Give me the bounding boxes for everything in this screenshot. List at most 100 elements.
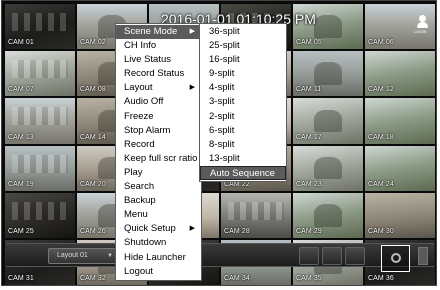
submenu-item-4-split[interactable]: 4-split: [200, 81, 286, 95]
camera-label: CAM 29: [296, 227, 322, 235]
menu-item-scene-mode[interactable]: Scene Mode ▶: [116, 25, 201, 40]
submenu-item-25-split[interactable]: 25-split: [200, 39, 286, 53]
camera-label: CAM 28: [224, 227, 250, 235]
camera-tile[interactable]: CAM 18: [365, 98, 435, 144]
submenu-item-13-split[interactable]: 13-split: [200, 152, 286, 166]
camera-label: CAM 08: [80, 86, 106, 94]
menu-item-label: Keep full scr ratio: [124, 152, 198, 164]
menu-item-stop-alarm[interactable]: Stop Alarm: [116, 124, 201, 138]
camera-label: CAM 07: [8, 86, 34, 94]
menu-item-record[interactable]: Record: [116, 138, 201, 152]
camera-tile[interactable]: CAM 13: [5, 98, 75, 144]
camera-label: CAM 31: [8, 275, 34, 282]
chevron-right-icon: ▶: [189, 84, 195, 92]
menu-item-label: Freeze: [124, 110, 154, 122]
menu-item-label: Play: [124, 166, 143, 178]
submenu-item-6-split[interactable]: 6-split: [200, 124, 286, 138]
camera-label: CAM 30: [368, 227, 394, 235]
camera-label: CAM 17: [296, 133, 322, 141]
camera-label: CAM 32: [80, 275, 106, 282]
menu-item-play[interactable]: Play: [116, 166, 201, 180]
camera-label: CAM 14: [80, 133, 106, 141]
menu-item-label: Layout: [124, 82, 153, 94]
submenu-item-9-split[interactable]: 9-split: [200, 67, 286, 81]
context-menu: Scene Mode ▶ CH Info Live Status Record Stat…: [115, 23, 202, 281]
menu-item-ch-info[interactable]: CH Info: [116, 39, 201, 53]
menu-item-logout[interactable]: Logout: [116, 265, 201, 279]
camera-label: CAM 36: [368, 275, 394, 282]
menu-item-audio-off[interactable]: Audio Off: [116, 95, 201, 109]
camera-label: CAM 11: [296, 86, 322, 94]
camera-tile[interactable]: CAM 19: [5, 145, 75, 191]
launcher-button-3[interactable]: [345, 247, 365, 265]
camera-tile[interactable]: CAM 29: [293, 192, 363, 238]
chevron-right-icon: ▶: [189, 225, 195, 233]
launcher-scroll-handle[interactable]: [418, 247, 428, 265]
menu-item-quick-setup[interactable]: Quick Setup ▶: [116, 222, 201, 236]
launcher-button-2[interactable]: [322, 247, 342, 265]
submenu-item-auto-sequence[interactable]: Auto Sequence: [200, 165, 286, 181]
scene-mode-submenu: 36-split 25-split 16-split 9-split 4-split 3-…: [199, 23, 287, 183]
camera-label: CAM 19: [8, 180, 34, 188]
menu-item-search[interactable]: Search: [116, 180, 201, 194]
camera-label: CAM 01: [8, 39, 34, 47]
camera-label: CAM 06: [368, 39, 394, 47]
camera-label: CAM 05: [296, 39, 322, 47]
camera-label: CAM 12: [368, 86, 394, 94]
camera-label: CAM 20: [80, 180, 106, 188]
menu-item-label: Hide Launcher: [124, 251, 186, 263]
menu-item-hide-launcher[interactable]: Hide Launcher: [116, 251, 201, 265]
menu-item-label: Search: [124, 181, 155, 193]
layout-select[interactable]: Layout 01 ▼: [48, 248, 118, 264]
menu-item-label: Record Status: [124, 68, 185, 80]
launcher-bar: Layout 01 ▼: [6, 243, 434, 272]
menu-item-live-status[interactable]: Live Status: [116, 53, 201, 67]
login-label: LOGIN: [414, 29, 427, 34]
camera-label: CAM 35: [296, 275, 322, 282]
submenu-item-8-split[interactable]: 8-split: [200, 138, 286, 152]
camera-tile[interactable]: CAM 30: [365, 192, 435, 238]
camera-tile[interactable]: CAM 24: [365, 145, 435, 191]
menu-item-menu[interactable]: Menu: [116, 208, 201, 222]
auto-sequence-button[interactable]: [381, 245, 410, 272]
menu-item-label: Live Status: [124, 54, 171, 66]
submenu-item-2-split[interactable]: 2-split: [200, 110, 286, 124]
camera-tile[interactable]: CAM 23: [293, 145, 363, 191]
camera-tile[interactable]: CAM 01: [5, 4, 75, 50]
menu-item-shutdown[interactable]: Shutdown: [116, 236, 201, 250]
menu-item-layout[interactable]: Layout ▶: [116, 81, 201, 95]
camera-tile[interactable]: CAM 07: [5, 51, 75, 97]
live-view-screen: CAM 01CAM 02CAM 03CAM 04CAM 05CAM 06CAM …: [1, 0, 437, 286]
menu-item-label: Backup: [124, 195, 156, 207]
camera-tile[interactable]: CAM 28: [221, 192, 291, 238]
camera-tile[interactable]: CAM 25: [5, 192, 75, 238]
chevron-right-icon: ▶: [189, 28, 195, 35]
menu-item-backup[interactable]: Backup: [116, 194, 201, 208]
camera-label: CAM 18: [368, 133, 394, 141]
camera-label: CAM 34: [224, 275, 250, 282]
launcher-button-1[interactable]: [299, 247, 319, 265]
camera-label: CAM 24: [368, 180, 394, 188]
menu-item-label: CH Info: [124, 40, 157, 52]
menu-item-label: Record: [124, 138, 155, 150]
menu-item-label: Stop Alarm: [124, 124, 171, 136]
chevron-down-icon: ▼: [107, 253, 113, 259]
menu-item-label: Shutdown: [124, 237, 167, 249]
menu-item-keep-full-scr-ratio[interactable]: Keep full scr ratio: [116, 152, 201, 166]
menu-item-label: Logout: [124, 265, 154, 277]
camera-tile[interactable]: CAM 12: [365, 51, 435, 97]
submenu-item-16-split[interactable]: 16-split: [200, 53, 286, 67]
camera-label: CAM 25: [8, 227, 34, 235]
menu-item-record-status[interactable]: Record Status: [116, 67, 201, 81]
camera-tile[interactable]: CAM 17: [293, 98, 363, 144]
menu-item-label: Quick Setup: [124, 223, 176, 235]
layout-select-value: Layout 01: [57, 252, 88, 259]
submenu-item-36-split[interactable]: 36-split: [200, 25, 286, 39]
camera-label: CAM 02: [80, 39, 106, 47]
menu-item-label: Scene Mode: [124, 26, 178, 37]
camera-tile[interactable]: CAM 11: [293, 51, 363, 97]
user-login-icon[interactable]: LOGIN: [414, 14, 430, 34]
submenu-item-3-split[interactable]: 3-split: [200, 95, 286, 109]
menu-item-label: Menu: [124, 209, 148, 221]
menu-item-freeze[interactable]: Freeze: [116, 110, 201, 124]
